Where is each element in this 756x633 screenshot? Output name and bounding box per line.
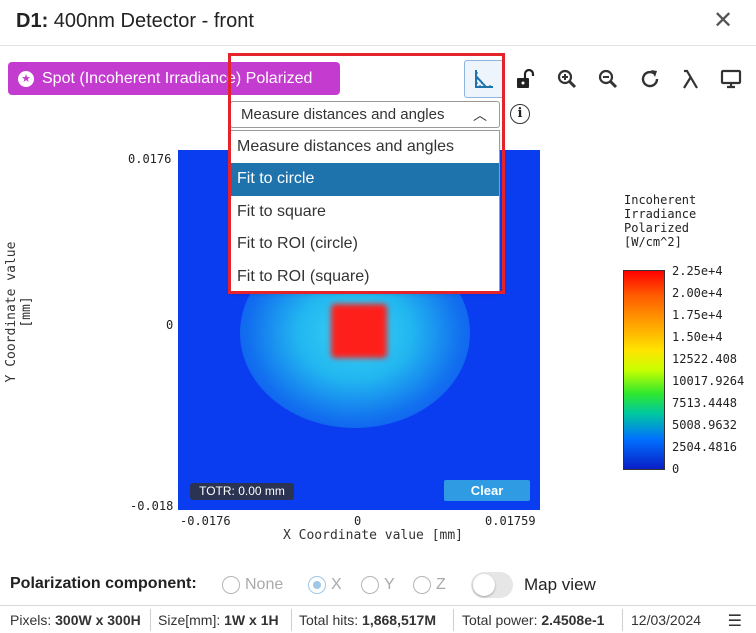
status-bar: Pixels: 300W x 300H Size[mm]: 1W x 1H To… (0, 605, 756, 633)
radio-x[interactable]: X (308, 574, 342, 596)
y-tick-label: -0.018 (130, 499, 174, 513)
y-tick-label: 0 (166, 318, 174, 332)
refresh-button[interactable] (630, 60, 670, 98)
irradiance-peak (331, 304, 387, 358)
status-date: 12/03/2024 (631, 612, 702, 628)
colorbar-tick: 5008.9632 (672, 418, 738, 432)
measure-mode-value: Measure distances and angles (241, 106, 445, 123)
colorbar-tick: 0 (672, 462, 680, 476)
status-divider (291, 609, 292, 631)
radio-y[interactable]: Y (361, 574, 395, 596)
measure-mode-dropdown: Measure distances and angles Fit to circ… (230, 130, 500, 292)
status-size-label: Size[mm]: (158, 612, 221, 628)
status-pixels-value: 300W x 300H (55, 612, 141, 628)
colorbar-tick: 2504.4816 (672, 440, 738, 454)
dropdown-option[interactable]: Fit to ROI (square) (231, 261, 499, 293)
status-power: Total power: 2.4508e-1 (462, 612, 604, 628)
zoom-out-icon (598, 69, 618, 89)
radio-label: Y (384, 576, 395, 593)
totr-readout: TOTR: 0.00 mm (190, 483, 294, 500)
radio-none[interactable]: None (222, 574, 283, 596)
unlock-icon (517, 68, 535, 88)
y-axis-label: Y Coordinate value [mm] (4, 241, 34, 383)
dropdown-option-highlighted[interactable]: Fit to circle (231, 163, 499, 196)
radio-circle-icon (361, 576, 379, 594)
zoom-out-button[interactable] (588, 60, 628, 98)
status-pixels: Pixels: 300W x 300H (10, 612, 141, 628)
colorbar-title: Incoherent Irradiance Polarized [W/cm^2] (624, 193, 697, 249)
zoom-in-button[interactable] (547, 60, 587, 98)
toggle-knob (473, 574, 495, 596)
detector-name: 400nm Detector - front (48, 10, 254, 32)
radio-checked-icon (308, 576, 326, 594)
hamburger-menu-icon[interactable]: ☰ (728, 611, 742, 631)
refresh-icon (641, 70, 659, 88)
x-tick-label: -0.0176 (180, 514, 231, 528)
colorbar-tick: 12522.408 (672, 352, 738, 366)
radio-circle-icon (222, 576, 240, 594)
status-size-value: 1W x 1H (224, 612, 279, 628)
detector-id: D1: (16, 10, 49, 32)
status-power-label: Total power: (462, 612, 538, 628)
wavelength-button[interactable] (670, 60, 710, 98)
x-tick-label: 0.01759 (485, 514, 536, 528)
lambda-icon (683, 69, 698, 89)
clear-button[interactable]: Clear (444, 480, 530, 501)
colorbar-tick: 1.50e+4 (672, 330, 723, 344)
status-pixels-label: Pixels: (10, 612, 52, 628)
y-tick-label: 0.0176 (128, 152, 172, 166)
display-button[interactable] (711, 60, 751, 98)
zoom-in-icon (557, 69, 577, 89)
close-button[interactable]: ✕ (710, 8, 736, 34)
dropdown-option[interactable]: Fit to ROI (circle) (231, 228, 499, 260)
spot-type-button[interactable]: ★ Spot (Incoherent Irradiance) Polarized (8, 62, 340, 95)
monitor-icon (720, 69, 742, 89)
star-icon: ★ (18, 70, 34, 87)
status-power-value: 2.4508e-1 (541, 612, 605, 628)
colorbar-tick: 2.00e+4 (672, 286, 723, 300)
map-view-label: Map view (524, 575, 596, 594)
status-hits-label: Total hits: (299, 612, 359, 628)
status-hits-value: 1,868,517M (362, 612, 436, 628)
status-divider (622, 609, 623, 631)
status-size: Size[mm]: 1W x 1H (158, 612, 279, 628)
colorbar-tick: 1.75e+4 (672, 308, 723, 322)
status-hits: Total hits: 1,868,517M (299, 612, 436, 628)
status-divider (453, 609, 454, 631)
chevron-up-icon: ︿ (473, 107, 487, 123)
radio-z[interactable]: Z (413, 574, 446, 596)
polarization-label: Polarization component: (10, 575, 197, 592)
window-title: D1: 400nm Detector - front (16, 10, 254, 33)
colorbar-tick: 10017.9264 (672, 374, 745, 388)
colorbar-tick: 2.25e+4 (672, 264, 723, 278)
info-icon[interactable]: i (510, 104, 530, 124)
title-bar: D1: 400nm Detector - front ✕ (0, 0, 756, 46)
map-view-toggle[interactable] (471, 572, 513, 598)
radio-label: None (245, 576, 284, 593)
lock-button[interactable] (505, 60, 545, 98)
radio-label: X (331, 576, 342, 593)
colorbar-tick: 7513.4448 (672, 396, 738, 410)
measure-mode-select[interactable]: Measure distances and angles ︿ (230, 101, 500, 128)
radio-label: Z (436, 576, 446, 593)
x-tick-label: 0 (354, 514, 362, 528)
colorbar (623, 270, 665, 470)
spot-type-label: Spot (Incoherent Irradiance) Polarized (42, 69, 313, 87)
measure-tool-button[interactable] (464, 60, 504, 98)
dropdown-option[interactable]: Measure distances and angles (231, 131, 499, 163)
measure-icon (475, 70, 493, 88)
dropdown-option[interactable]: Fit to square (231, 196, 499, 228)
x-axis-label: X Coordinate value [mm] (283, 528, 464, 543)
status-divider (150, 609, 151, 631)
radio-circle-icon (413, 576, 431, 594)
